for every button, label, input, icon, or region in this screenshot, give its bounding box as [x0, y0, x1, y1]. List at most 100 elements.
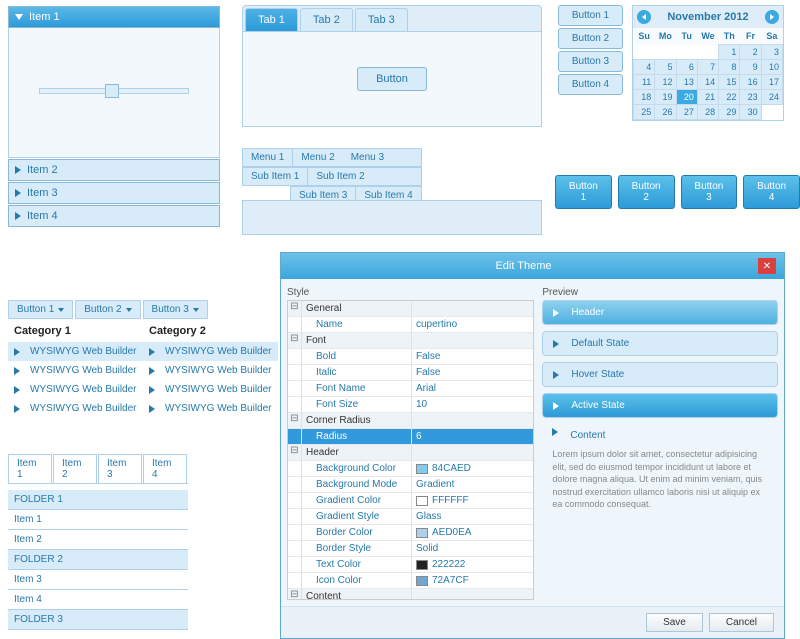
prop-group[interactable]: ⊟General [288, 301, 533, 317]
list-item[interactable]: WYSIWYG Web Builder [143, 399, 278, 418]
folder-item[interactable]: Item 1 [8, 510, 188, 530]
prop-value[interactable]: AED0EA [412, 525, 533, 540]
calendar-day[interactable]: 9 [740, 60, 761, 75]
prop-value[interactable] [412, 589, 533, 600]
prop-row[interactable]: Border ColorAED0EA [288, 525, 533, 541]
button[interactable]: Button [357, 67, 427, 91]
calendar-day[interactable]: 28 [697, 105, 718, 120]
sub-item-1[interactable]: Sub Item 1 [243, 168, 308, 185]
calendar-day[interactable]: 15 [719, 75, 740, 90]
calendar-day[interactable]: 1 [719, 45, 740, 60]
list-item[interactable]: WYSIWYG Web Builder [143, 361, 278, 380]
calendar-day[interactable]: 24 [761, 90, 782, 105]
calendar-day[interactable]: 17 [761, 75, 782, 90]
calendar-day[interactable]: 29 [719, 105, 740, 120]
expand-icon[interactable] [288, 509, 302, 524]
prop-value[interactable]: Arial [412, 381, 533, 396]
expand-icon[interactable] [288, 349, 302, 364]
button-1[interactable]: Button 1 [558, 5, 623, 26]
folder-item[interactable]: Item 4 [8, 590, 188, 610]
prop-group[interactable]: ⊟Corner Radius [288, 413, 533, 429]
button-1[interactable]: Button 1 [555, 175, 612, 209]
preview-active-state[interactable]: Active State [542, 393, 778, 418]
calendar-day[interactable]: 6 [676, 60, 697, 75]
tab-item-1[interactable]: Item 1 [8, 454, 52, 483]
prop-group[interactable]: ⊟Content [288, 589, 533, 600]
folder-header[interactable]: FOLDER 3 [8, 610, 188, 630]
list-item[interactable]: WYSIWYG Web Builder [8, 361, 143, 380]
slider-track[interactable] [39, 88, 189, 94]
expand-icon[interactable] [288, 557, 302, 572]
prop-value[interactable]: cupertino [412, 317, 533, 332]
expand-icon[interactable] [288, 493, 302, 508]
expand-icon[interactable] [288, 541, 302, 556]
calendar-day[interactable]: 11 [634, 75, 655, 90]
preview-header[interactable]: Header [542, 300, 778, 325]
calendar-day[interactable]: 3 [761, 45, 782, 60]
tab-2[interactable]: Tab 2 [300, 8, 353, 31]
prop-row[interactable]: Border StyleSolid [288, 541, 533, 557]
button-4[interactable]: Button 4 [558, 74, 623, 95]
tab-1[interactable]: Tab 1 [245, 8, 298, 31]
button-3[interactable]: Button 3 [681, 175, 738, 209]
prop-value[interactable]: Solid [412, 541, 533, 556]
prop-value[interactable] [412, 333, 533, 348]
property-grid[interactable]: ⊟GeneralNamecupertino⊟FontBoldFalseItali… [287, 300, 534, 600]
calendar-day[interactable]: 16 [740, 75, 761, 90]
expand-icon[interactable] [288, 461, 302, 476]
accordion-item-2[interactable]: Item 2 [8, 159, 220, 181]
menu-1[interactable]: Menu 1 [243, 149, 293, 166]
prop-row[interactable]: Background Color84CAED [288, 461, 533, 477]
button-2[interactable]: Button 2 [618, 175, 675, 209]
calendar-day[interactable]: 20 [676, 90, 697, 105]
menu-3[interactable]: Menu 3 [343, 149, 392, 166]
list-item[interactable]: WYSIWYG Web Builder [143, 342, 278, 361]
prop-value[interactable] [412, 413, 533, 428]
button-3[interactable]: Button 3 [558, 51, 623, 72]
prop-value[interactable]: 84CAED [412, 461, 533, 476]
prop-row[interactable]: BoldFalse [288, 349, 533, 365]
prop-value[interactable]: FFFFFF [412, 493, 533, 508]
expand-icon[interactable] [288, 381, 302, 396]
prop-value[interactable]: False [412, 365, 533, 380]
tab-item-3[interactable]: Item 3 [98, 454, 142, 483]
prop-row[interactable]: Namecupertino [288, 317, 533, 333]
prop-value[interactable]: False [412, 349, 533, 364]
expand-icon[interactable] [288, 525, 302, 540]
list-item[interactable]: WYSIWYG Web Builder [8, 342, 143, 361]
calendar-day[interactable]: 18 [634, 90, 655, 105]
calendar-day[interactable]: 25 [634, 105, 655, 120]
expand-icon[interactable] [288, 317, 302, 332]
calendar-prev-icon[interactable] [637, 10, 651, 24]
calendar-day[interactable]: 19 [655, 90, 676, 105]
menu-2[interactable]: Menu 2 [293, 149, 342, 166]
prop-value[interactable]: 72A7CF [412, 573, 533, 588]
calendar-day[interactable]: 14 [697, 75, 718, 90]
calendar-day[interactable]: 4 [634, 60, 655, 75]
prop-group[interactable]: ⊟Font [288, 333, 533, 349]
dropdown-2[interactable]: Button 2 [75, 300, 140, 319]
prop-row[interactable]: Gradient ColorFFFFFF [288, 493, 533, 509]
prop-group[interactable]: ⊟Header [288, 445, 533, 461]
prop-value[interactable] [412, 301, 533, 316]
prop-value[interactable]: 222222 [412, 557, 533, 572]
folder-header[interactable]: FOLDER 1 [8, 490, 188, 510]
dropdown-3[interactable]: Button 3 [143, 300, 208, 319]
calendar-day[interactable]: 26 [655, 105, 676, 120]
calendar-day[interactable]: 21 [697, 90, 718, 105]
accordion-item-4[interactable]: Item 4 [8, 205, 220, 227]
folder-item[interactable]: Item 2 [8, 530, 188, 550]
prop-value[interactable] [412, 445, 533, 460]
list-item[interactable]: WYSIWYG Web Builder [8, 399, 143, 418]
list-item[interactable]: WYSIWYG Web Builder [143, 380, 278, 399]
expand-icon[interactable] [288, 477, 302, 492]
calendar-day[interactable]: 13 [676, 75, 697, 90]
calendar-day[interactable]: 12 [655, 75, 676, 90]
preview-hover-state[interactable]: Hover State [542, 362, 778, 387]
prop-row[interactable]: Icon Color72A7CF [288, 573, 533, 589]
calendar-day[interactable]: 27 [676, 105, 697, 120]
expand-icon[interactable]: ⊟ [288, 301, 302, 316]
calendar-day[interactable]: 8 [719, 60, 740, 75]
expand-icon[interactable] [288, 573, 302, 588]
prop-row[interactable]: Text Color222222 [288, 557, 533, 573]
